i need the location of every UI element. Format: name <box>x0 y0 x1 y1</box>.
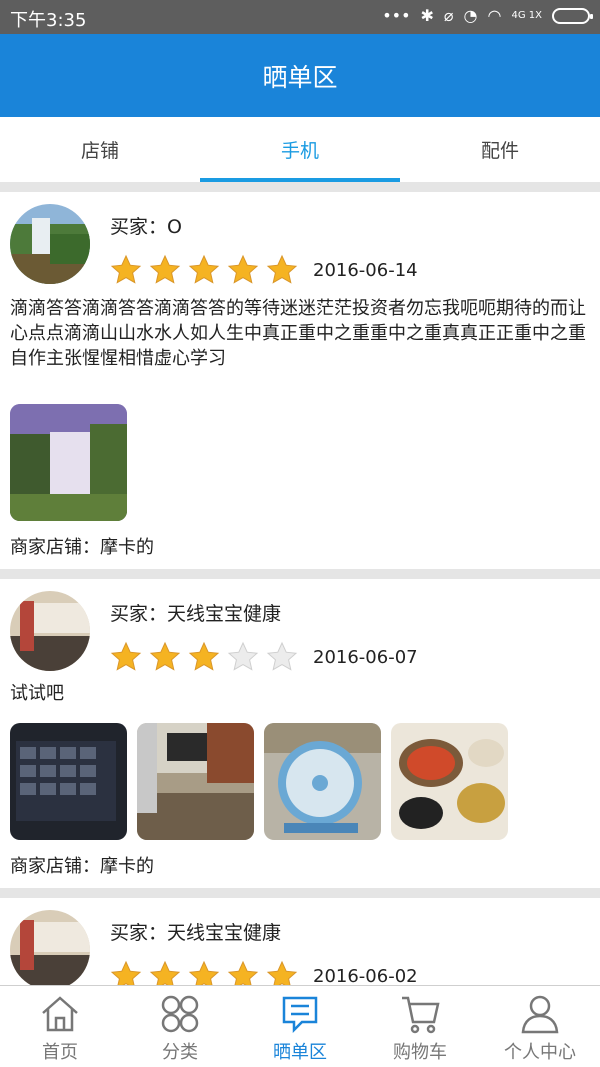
star-filled-icon <box>149 254 181 284</box>
star-filled-icon <box>149 641 181 671</box>
divider <box>0 182 600 192</box>
mute-icon: ⌀ <box>443 6 454 25</box>
review-post: 买家：天线宝宝健康 2016-06-07 试试吧 商家店铺：摩卡的 <box>0 579 600 888</box>
star-filled-icon <box>110 960 142 985</box>
nav-label: 购物车 <box>393 1042 447 1063</box>
star-filled-icon <box>110 254 142 284</box>
category-tabs: 店铺 手机 配件 <box>0 117 600 182</box>
wifi-icon: ◠ <box>487 6 502 25</box>
star-filled-icon <box>188 254 220 284</box>
nav-category[interactable]: 分类 <box>120 986 240 1067</box>
stars <box>110 960 305 985</box>
star-filled-icon <box>266 960 298 985</box>
status-time: 下午3:35 <box>10 10 87 31</box>
avatar[interactable] <box>10 591 90 671</box>
star-filled-icon <box>110 641 142 671</box>
star-rating: 2016-06-02 <box>110 960 418 985</box>
cart-icon <box>402 996 440 1034</box>
star-empty-icon <box>227 641 259 671</box>
home-icon <box>42 996 78 1032</box>
review-text: 滴滴答答滴滴答答滴滴答答的等待迷迷茫茫投资者勿忘我呃呃期待的而让心点点滴滴山山水… <box>10 298 586 369</box>
star-filled-icon <box>188 960 220 985</box>
review-photo-office[interactable] <box>137 723 254 840</box>
tab-label: 手机 <box>280 140 319 162</box>
post-header: 买家：天线宝宝健康 2016-06-02 <box>0 898 600 985</box>
post-header: 买家：天线宝宝健康 2016-06-07 <box>0 579 600 679</box>
app-header: 晒单区 <box>0 34 600 117</box>
post-header: 买家：O 2016-06-14 <box>0 192 600 292</box>
shop-name[interactable]: 商家店铺：摩卡的 <box>0 846 600 888</box>
page-title: 晒单区 <box>262 62 338 92</box>
star-filled-icon <box>188 641 220 671</box>
divider <box>0 888 600 898</box>
network-label: 4G 1X <box>511 10 542 21</box>
review-photo-fan[interactable] <box>264 723 381 840</box>
nav-label: 晒单区 <box>273 1042 327 1063</box>
buyer-name: 买家：天线宝宝健康 <box>110 603 282 625</box>
stars <box>110 254 305 286</box>
bluetooth-icon: ✱ <box>420 6 434 25</box>
tab-label: 店铺 <box>80 140 119 162</box>
post-date: 2016-06-07 <box>313 646 418 668</box>
star-filled-icon <box>227 960 259 985</box>
star-empty-icon <box>266 641 298 671</box>
user-icon <box>521 995 559 1034</box>
review-feed[interactable]: 买家：O 2016-06-14 滴滴答答滴滴答答滴滴答答的等待迷迷茫茫投资者勿忘… <box>0 182 600 985</box>
status-bar: 下午3:35 ••• ✱ ⌀ ◔ ◠ 4G 1X <box>0 0 600 34</box>
nav-label: 分类 <box>162 1042 198 1063</box>
message-icon <box>282 996 318 1034</box>
star-filled-icon <box>266 254 298 284</box>
buyer-name: 买家：O <box>110 216 182 238</box>
divider <box>0 569 600 579</box>
battery-icon <box>552 7 593 24</box>
nav-label: 个人中心 <box>504 1042 576 1063</box>
avatar[interactable] <box>10 910 90 985</box>
star-rating: 2016-06-14 <box>110 254 418 286</box>
star-rating: 2016-06-07 <box>110 641 418 673</box>
tab-phone[interactable]: 手机 <box>200 117 400 182</box>
tab-accessories[interactable]: 配件 <box>400 117 600 182</box>
nav-label: 首页 <box>42 1042 78 1063</box>
review-post: 买家：O 2016-06-14 滴滴答答滴滴答答滴滴答答的等待迷迷茫茫投资者勿忘… <box>0 192 600 569</box>
review-post: 买家：天线宝宝健康 2016-06-02 <box>0 898 600 985</box>
post-date: 2016-06-02 <box>313 965 418 986</box>
bottom-nav: 首页 分类 晒单区 购物车 个人中心 <box>0 985 600 1067</box>
status-icons: ••• ✱ ⌀ ◔ ◠ 4G 1X <box>382 6 593 25</box>
avatar[interactable] <box>10 204 90 284</box>
nav-showcase[interactable]: 晒单区 <box>240 986 360 1067</box>
tab-label: 配件 <box>480 140 519 162</box>
post-date: 2016-06-14 <box>313 259 418 281</box>
photo-row <box>0 723 600 840</box>
buyer-name: 买家：天线宝宝健康 <box>110 922 282 944</box>
stars <box>110 641 305 673</box>
photo-row <box>0 404 600 521</box>
nav-cart[interactable]: 购物车 <box>360 986 480 1067</box>
review-photo-food[interactable] <box>391 723 508 840</box>
review-photo-keyboard[interactable] <box>10 723 127 840</box>
category-icon <box>161 995 199 1033</box>
tab-store[interactable]: 店铺 <box>0 117 200 182</box>
review-text: 试试吧 <box>10 683 64 704</box>
shop-name[interactable]: 商家店铺：摩卡的 <box>0 527 600 569</box>
more-dots-icon: ••• <box>382 6 411 25</box>
review-photo-waterfall[interactable] <box>10 404 127 521</box>
star-filled-icon <box>149 960 181 985</box>
alarm-icon: ◔ <box>463 6 478 25</box>
star-filled-icon <box>227 254 259 284</box>
nav-home[interactable]: 首页 <box>0 986 120 1067</box>
nav-profile[interactable]: 个人中心 <box>480 986 600 1067</box>
